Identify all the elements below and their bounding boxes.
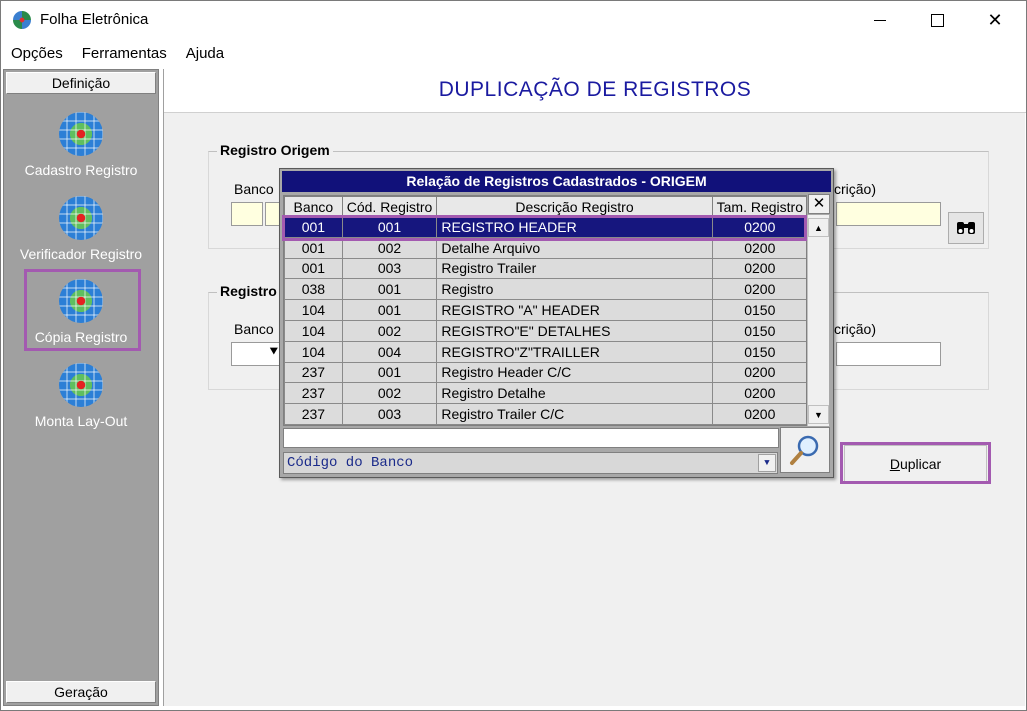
- cell-cod-registro[interactable]: 001: [341, 299, 438, 321]
- origin-descricao-field[interactable]: [836, 202, 941, 226]
- dest-banco-dropdown[interactable]: ⯆: [231, 342, 283, 366]
- origin-banco-field[interactable]: [231, 202, 263, 226]
- minimize-button[interactable]: [851, 1, 909, 39]
- scroll-up-icon[interactable]: ▲: [808, 218, 829, 237]
- grid-scrollbar[interactable]: ▲ ▼: [807, 215, 829, 426]
- table-row[interactable]: 038 001 Registro 0200: [284, 278, 806, 301]
- cell-descricao[interactable]: REGISTRO"Z"TRAILLER: [436, 340, 713, 363]
- dest-descricao-field[interactable]: [836, 342, 941, 366]
- table-row[interactable]: 001 003 Registro Trailer 0200: [284, 257, 806, 280]
- origin-banco-label: Banco: [234, 181, 274, 197]
- cell-cod-registro[interactable]: 001: [341, 278, 438, 301]
- col-descricao[interactable]: Descrição Registro: [436, 196, 713, 217]
- cell-cod-registro[interactable]: 002: [341, 382, 438, 405]
- cell-banco[interactable]: 104: [284, 299, 343, 321]
- table-row[interactable]: 104 002 REGISTRO"E" DETALHES 0150: [284, 319, 806, 342]
- cell-banco[interactable]: 237: [284, 382, 343, 405]
- cell-descricao[interactable]: Registro Trailer: [436, 257, 713, 280]
- cell-descricao[interactable]: Registro: [436, 278, 713, 301]
- window-title: Folha Eletrônica: [40, 11, 149, 28]
- sidebar-item-label: Monta Lay-Out: [34, 413, 128, 429]
- cell-banco[interactable]: 001: [284, 257, 343, 280]
- dest-descricao-label: crição): [834, 321, 877, 337]
- cell-tam-registro[interactable]: 0200: [711, 403, 806, 425]
- col-banco[interactable]: Banco: [284, 196, 343, 217]
- app-logo-icon: [13, 11, 31, 29]
- cell-tam-registro[interactable]: 0150: [711, 299, 806, 321]
- globe-icon: [59, 112, 103, 156]
- popup-search-input[interactable]: [283, 428, 779, 448]
- grid-close-button[interactable]: ✕: [808, 194, 830, 214]
- cell-tam-registro[interactable]: 0150: [711, 340, 806, 363]
- menu-opcoes[interactable]: Opções: [1, 39, 72, 67]
- cell-descricao[interactable]: Registro Header C/C: [436, 361, 713, 384]
- sidebar-header-definicao[interactable]: Definição: [6, 72, 156, 94]
- magnifier-icon: [790, 435, 819, 465]
- popup-search-field-select[interactable]: Código do Banco ▼: [283, 452, 778, 474]
- globe-icon: [59, 196, 103, 240]
- cell-tam-registro[interactable]: 0200: [711, 257, 806, 280]
- title-bar: Folha Eletrônica ✕: [1, 1, 1026, 39]
- popup-title: Relação de Registros Cadastrados - ORIGE…: [282, 171, 831, 192]
- selected-row-highlight: [282, 215, 807, 241]
- sidebar-item-label: Cadastro Registro: [24, 162, 138, 178]
- col-cod-registro[interactable]: Cód. Registro: [341, 196, 438, 217]
- table-row[interactable]: 104 001 REGISTRO "A" HEADER 0150: [284, 299, 806, 321]
- menu-ajuda[interactable]: Ajuda: [176, 39, 233, 67]
- search-field-value: Código do Banco: [287, 455, 414, 471]
- table-row[interactable]: 237 003 Registro Trailer C/C 0200: [284, 403, 806, 425]
- cell-descricao[interactable]: Registro Trailer C/C: [436, 403, 713, 425]
- table-row[interactable]: 237 001 Registro Header C/C 0200: [284, 361, 806, 384]
- duplicar-highlight: [840, 442, 991, 484]
- cell-banco[interactable]: 237: [284, 361, 343, 384]
- dest-banco-label: Banco: [234, 321, 274, 337]
- cell-descricao[interactable]: Registro Detalhe: [436, 382, 713, 405]
- close-button[interactable]: ✕: [966, 1, 1024, 39]
- sidebar-item-cadastro-registro[interactable]: Cadastro Registro: [4, 112, 158, 178]
- origin-descricao-label: crição): [834, 181, 877, 197]
- origin-legend: Registro Origem: [217, 142, 333, 158]
- sidebar: Definição Cadastro Registro Verificador …: [3, 69, 159, 706]
- maximize-button[interactable]: [908, 1, 966, 39]
- sidebar-item-verificador-registro[interactable]: Verificador Registro: [4, 196, 158, 262]
- close-icon: ✕: [812, 195, 826, 212]
- col-tam-registro[interactable]: Tam. Registro: [711, 196, 806, 217]
- menu-bar: Opções Ferramentas Ajuda: [1, 39, 1026, 67]
- sidebar-footer-geracao[interactable]: Geração: [6, 681, 156, 703]
- menu-ferramentas[interactable]: Ferramentas: [72, 39, 176, 67]
- cell-descricao[interactable]: REGISTRO"E" DETALHES: [436, 319, 713, 342]
- binoculars-icon: [957, 222, 975, 234]
- cell-banco[interactable]: 237: [284, 403, 343, 425]
- popup-search-button[interactable]: [780, 427, 830, 473]
- page-title: DUPLICAÇÃO DE REGISTROS: [438, 78, 752, 101]
- page-header: DUPLICAÇÃO DE REGISTROS: [164, 69, 1026, 113]
- binoculars-button[interactable]: [948, 212, 984, 244]
- cell-banco[interactable]: 104: [284, 340, 343, 363]
- table-row[interactable]: 237 002 Registro Detalhe 0200: [284, 382, 806, 405]
- scroll-down-icon[interactable]: ▼: [808, 405, 829, 424]
- globe-icon: [59, 363, 103, 407]
- app-window: Folha Eletrônica ✕ Opções Ferramentas Aj…: [0, 0, 1027, 711]
- download-arrow-icon: ⯆: [268, 344, 279, 359]
- selected-item-outline: [24, 269, 141, 351]
- dest-legend: Registro: [217, 283, 280, 299]
- cell-banco[interactable]: 038: [284, 278, 343, 301]
- cell-cod-registro[interactable]: 004: [341, 340, 438, 363]
- sidebar-item-monta-layout[interactable]: Monta Lay-Out: [4, 363, 158, 429]
- cell-cod-registro[interactable]: 002: [341, 319, 438, 342]
- cell-tam-registro[interactable]: 0200: [711, 382, 806, 405]
- cell-cod-registro[interactable]: 001: [341, 361, 438, 384]
- close-icon: ✕: [987, 9, 1003, 30]
- sidebar-item-label: Verificador Registro: [19, 246, 143, 262]
- table-row[interactable]: 104 004 REGISTRO"Z"TRAILLER 0150: [284, 340, 806, 363]
- cell-cod-registro[interactable]: 003: [341, 257, 438, 280]
- chevron-down-icon[interactable]: ▼: [758, 454, 776, 472]
- cell-tam-registro[interactable]: 0200: [711, 361, 806, 384]
- cell-descricao[interactable]: REGISTRO "A" HEADER: [436, 299, 713, 321]
- cell-cod-registro[interactable]: 003: [341, 403, 438, 425]
- cell-tam-registro[interactable]: 0200: [711, 278, 806, 301]
- cell-banco[interactable]: 104: [284, 319, 343, 342]
- cell-tam-registro[interactable]: 0150: [711, 319, 806, 342]
